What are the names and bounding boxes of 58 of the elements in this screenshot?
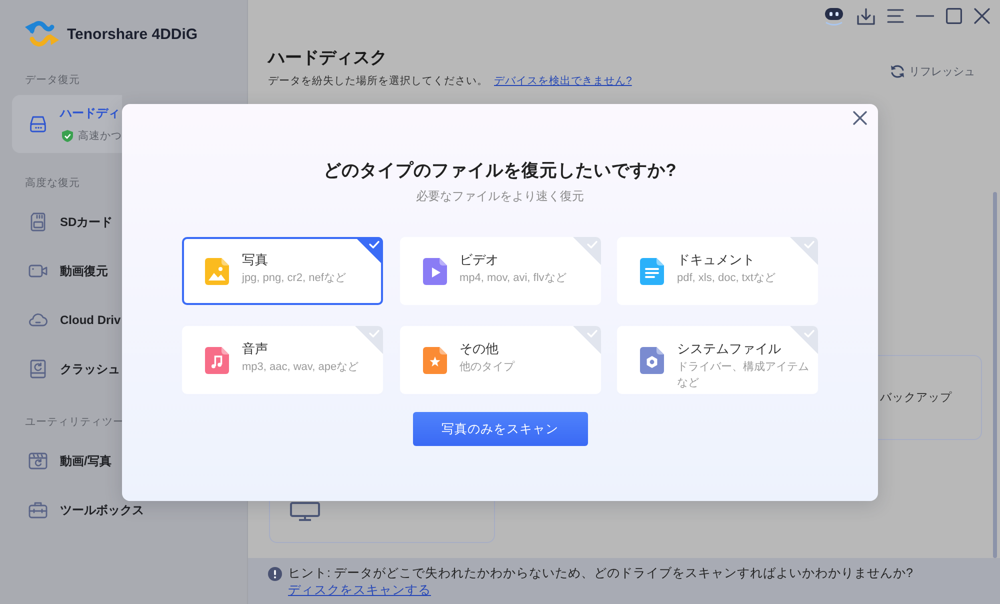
download-icon[interactable] [857,8,875,24]
toolbox-icon [28,500,48,520]
scrollbar-thumb[interactable] [993,192,997,558]
file-type-description: mp4, mov, avi, flvなど [460,271,566,286]
scan-button[interactable]: 写真のみをスキャン [412,412,588,446]
file-type-card[interactable]: その他 他のタイプ [400,326,600,394]
hint-text: ヒント: データがどこで失われたかわからないため、どのドライブをスキャンすればよいかわかりませんか? ディスクをスキャンする [288,565,914,599]
film-refresh-icon [28,450,48,470]
music-file-icon [205,347,229,374]
item-description: 高速かつ [78,129,122,143]
corner-check-icon [572,326,600,354]
file-type-card[interactable]: ビデオ mp4, mov, avi, flvなど [400,237,600,305]
file-type-card[interactable]: 音声 mp3, aac, wav, apeなど [182,326,383,394]
sidebar-item[interactable]: 動画/写真 [12,437,112,484]
maximize-icon[interactable] [946,8,962,24]
sidebar-item[interactable]: 動画復元 [12,247,108,294]
instruction-text: データを紛失した場所を選択してください。 [268,74,488,88]
document-file-icon [640,258,664,285]
info-icon [268,567,282,581]
monitor-icon [290,502,320,521]
page-title: ハードディスク [268,48,388,68]
file-type-description: pdf, xls, doc, txtなど [677,271,776,286]
sd-card-icon [28,212,48,232]
file-type-card[interactable]: システムファイル ドライバー、構成アイテムなど [617,326,818,394]
robot-icon[interactable] [823,6,845,26]
image-file-icon [205,258,229,285]
file-type-description: jpg, png, cr2, nefなど [242,271,346,286]
app-name: Tenorshare 4DDiG [67,26,198,42]
help-link[interactable]: デバイスを検出できません? [494,74,632,88]
file-type-description: 他のタイプ [460,360,514,375]
video-file-icon [422,258,446,285]
dialog-title: どのタイプのファイルを復元したいですか? [324,159,676,181]
sidebar-item[interactable]: Cloud Driv [12,296,121,343]
hard-drive-icon [28,114,48,134]
shield-check-icon [62,130,73,142]
corner-check-icon [572,237,600,265]
section-heading: データ復元 [24,73,80,87]
corner-check-icon [790,326,818,354]
refresh-button[interactable]: リフレッシュ [890,64,975,78]
sidebar-item[interactable]: クラッシュ [12,345,120,392]
close-icon[interactable] [974,8,990,24]
gear-file-icon [640,347,664,374]
refresh-icon [890,64,905,78]
close-icon[interactable] [853,111,867,125]
file-type-card[interactable]: ドキュメント pdf, xls, doc, txtなど [617,237,818,305]
sidebar-item[interactable]: SDカード [12,198,113,245]
file-type-description: ドライバー、構成アイテムなど [677,360,810,391]
file-type-card[interactable]: 写真 jpg, png, cr2, nefなど [182,237,383,305]
monitor-refresh-icon [28,358,48,378]
section-heading: 高度な復元 [24,176,80,190]
corner-check-icon [790,237,818,265]
sidebar-item[interactable]: ツールボックス [12,486,144,533]
corner-check-icon [355,237,383,265]
dialog-subtitle: 必要なファイルをより速く復元 [416,188,584,204]
file-type-description: mp3, aac, wav, apeなど [242,360,359,375]
menu-icon[interactable] [887,9,904,23]
star-file-icon [422,347,446,374]
corner-check-icon [355,326,383,354]
